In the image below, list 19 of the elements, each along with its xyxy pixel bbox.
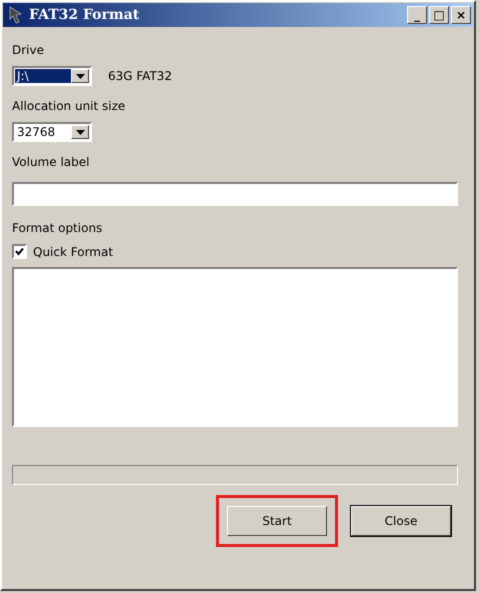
start-button[interactable]: Start — [227, 506, 327, 536]
cursor-icon — [9, 6, 23, 24]
volume-label-field[interactable] — [12, 182, 458, 206]
drive-dropdown[interactable]: J:\ — [12, 66, 92, 86]
window-title: FAT32 Format — [29, 7, 140, 23]
quick-format-checkbox[interactable]: Quick Format — [12, 244, 114, 259]
checkmark-icon — [15, 247, 24, 256]
drive-info: 63G FAT32 — [108, 69, 172, 83]
field-label: Allocation unit size — [12, 98, 126, 115]
field-label: Format options — [12, 220, 102, 237]
field-label: Drive — [12, 42, 44, 59]
field-label: Volume label — [12, 154, 90, 171]
maximize-button[interactable]: □ — [429, 6, 449, 24]
dropdown-arrow-icon — [76, 130, 84, 134]
allocation-dropdown[interactable]: 32768 — [12, 122, 92, 142]
close-button[interactable]: Close — [351, 506, 451, 536]
dropdown-arrow-icon — [76, 74, 84, 78]
minimize-button[interactable]: _ — [407, 6, 427, 24]
window-close-button[interactable]: × — [451, 6, 471, 24]
